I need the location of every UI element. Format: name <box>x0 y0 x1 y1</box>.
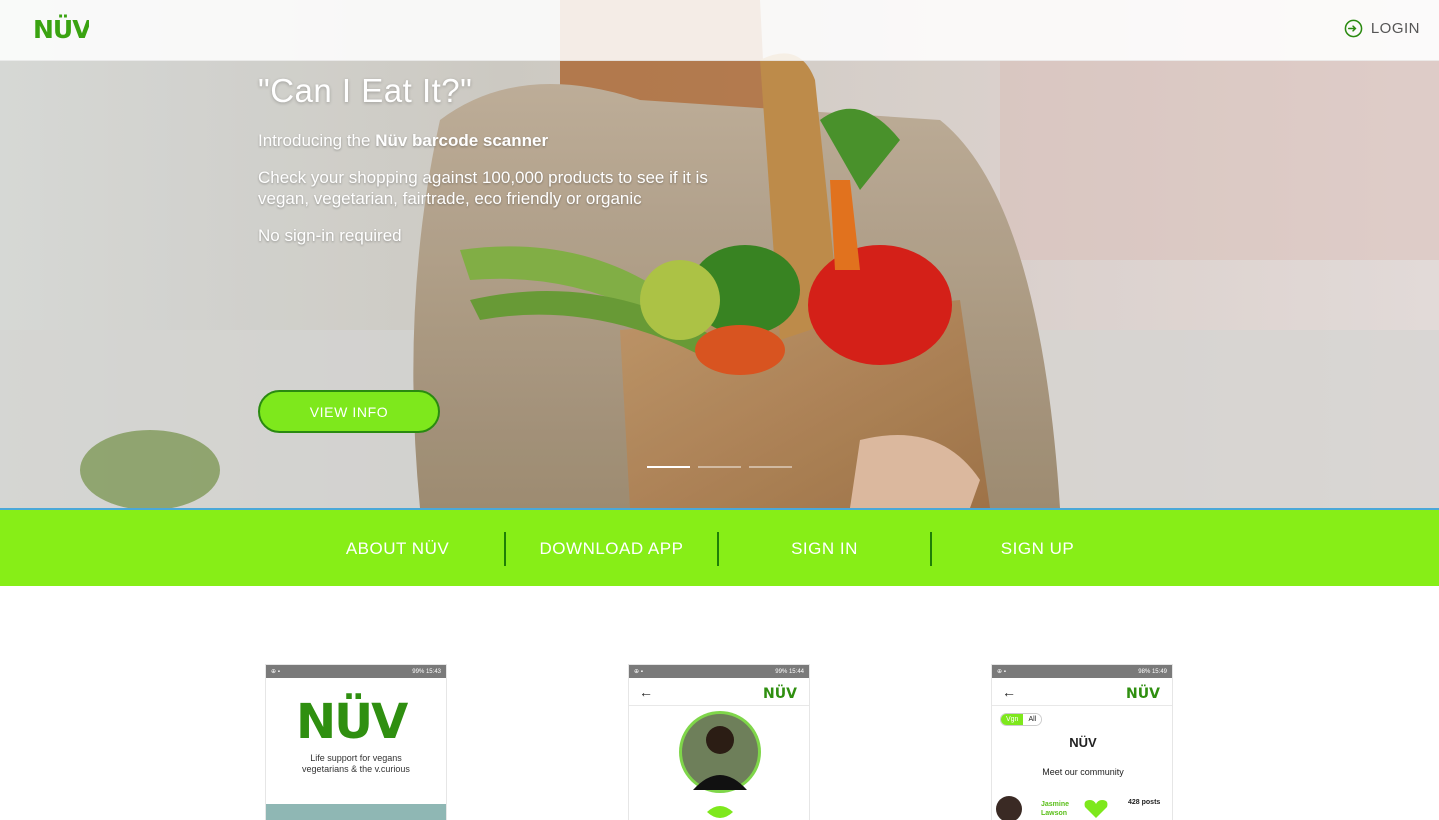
nav-sign-in[interactable]: SIGN IN <box>718 532 931 566</box>
nuv-small-logo: NÜV <box>1126 684 1160 700</box>
phone-header: ← NÜV <box>629 678 809 706</box>
member-first-name: Jasmine <box>1041 801 1070 808</box>
app-screenshot-community: ⊕ ▪ 98% 15:49 ← NÜV Vgn All NÜV Meet our… <box>991 664 1173 820</box>
community-title: NÜV <box>1069 735 1097 750</box>
member-name: Jasmine Lawson <box>1041 800 1069 818</box>
nuv-small-logo: NÜV <box>763 684 797 700</box>
login-label: LOGIN <box>1370 20 1420 37</box>
svg-text:NÜV: NÜV <box>763 684 797 700</box>
hero-check-text: Check your shopping against 100,000 prod… <box>258 168 708 208</box>
app-screenshot-profile: ⊕ ▪ 99% 15:44 ← NÜV <box>628 664 810 820</box>
community-subtitle: Meet our community <box>1042 767 1124 777</box>
status-left-icon: ⊕ ▪ <box>634 669 643 675</box>
carousel-dot-3[interactable] <box>749 466 792 468</box>
back-arrow-icon: ← <box>1002 683 1016 700</box>
hero-no-signin: No sign-in required <box>258 226 402 245</box>
status-right: 98% 15:49 <box>1138 668 1167 675</box>
hero-intro: Introducing the Nüv barcode scanner <box>258 130 738 151</box>
nuv-splash-logo: NÜV <box>296 693 410 750</box>
splash-tagline-1: Life support for vegans <box>310 753 402 763</box>
back-arrow-icon: ← <box>639 683 653 700</box>
section-nav-band: ABOUT NÜV DOWNLOAD APP SIGN IN SIGN UP <box>0 508 1439 586</box>
top-navigation-bar: NÜV LOGIN <box>0 0 1439 61</box>
nav-sign-up[interactable]: SIGN UP <box>931 532 1144 566</box>
nav-about-nuv[interactable]: ABOUT NÜV <box>291 532 504 566</box>
status-left-icon: ⊕ ▪ <box>997 669 1006 675</box>
login-link[interactable]: LOGIN <box>1344 19 1420 38</box>
nav-download-app[interactable]: DOWNLOAD APP <box>505 532 718 566</box>
hero-title: "Can I Eat It?" <box>258 72 473 109</box>
app-screenshot-splash: ⊕ ▪ 99% 15:43 NÜV Life support for vegan… <box>265 664 447 820</box>
profile-avatar <box>679 711 761 818</box>
phone-status-bar: ⊕ ▪ 99% 15:43 <box>266 665 446 678</box>
svg-text:NÜV: NÜV <box>296 693 408 748</box>
splash-tagline-2: vegetarians & the v.curious <box>302 764 410 774</box>
status-left-icon: ⊕ ▪ <box>271 669 280 675</box>
nuv-logo[interactable]: NÜV <box>33 14 89 42</box>
carousel-dot-2[interactable] <box>698 466 741 468</box>
status-right: 99% 15:44 <box>775 668 804 675</box>
phone-status-bar: ⊕ ▪ 99% 15:44 <box>629 665 809 678</box>
toggle-vgn: Vgn <box>1001 714 1024 725</box>
svg-text:NÜV: NÜV <box>33 14 89 42</box>
hero-intro-prefix: Introducing the <box>258 131 376 150</box>
phone-header: ← NÜV <box>992 678 1172 706</box>
member-heart-icon <box>1084 800 1108 818</box>
hero-copy: "Can I Eat It?" Introducing the Nüv barc… <box>258 72 738 246</box>
toggle-all: All <box>1023 714 1042 725</box>
member-avatar <box>996 796 1022 820</box>
hero-intro-bold: Nüv barcode scanner <box>375 131 549 150</box>
status-right: 99% 15:43 <box>412 668 441 675</box>
view-info-button[interactable]: VIEW INFO <box>258 390 440 433</box>
phone-status-bar: ⊕ ▪ 98% 15:49 <box>992 665 1172 678</box>
splash-food-image <box>266 804 446 820</box>
carousel-indicators <box>647 466 792 468</box>
login-circle-icon <box>1344 19 1363 38</box>
member-last-name: Lawson <box>1041 810 1068 817</box>
svg-text:NÜV: NÜV <box>1126 684 1160 700</box>
vegan-toggle: Vgn All <box>1000 713 1043 726</box>
carousel-dot-1[interactable] <box>647 466 690 468</box>
member-posts: 428 posts <box>1128 799 1161 806</box>
